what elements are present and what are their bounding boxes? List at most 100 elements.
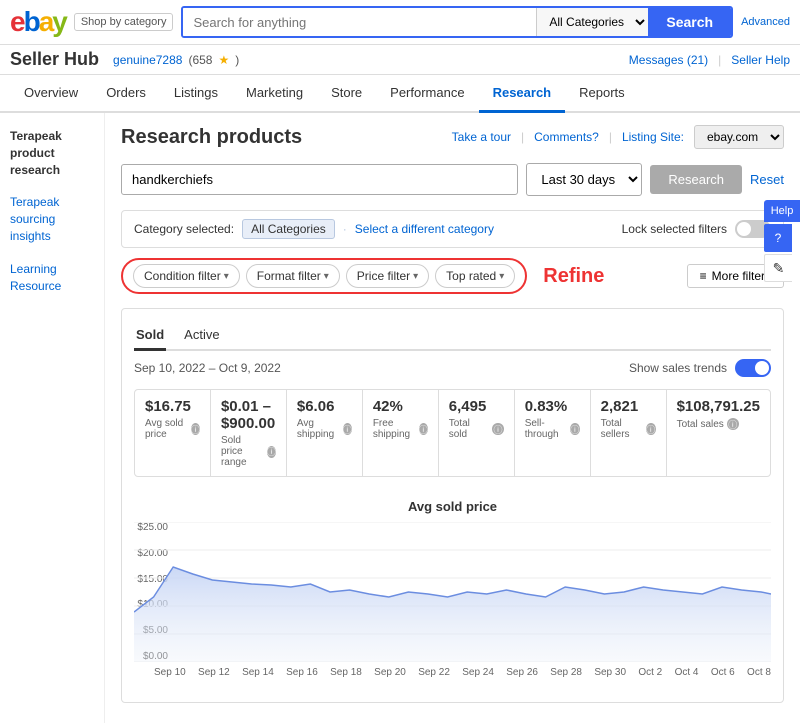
stat-cell: 42% Free shipping ⓘ [363, 390, 439, 476]
listing-site-label: Listing Site: [622, 130, 684, 144]
nav-tab-overview[interactable]: Overview [10, 75, 92, 113]
info-icon[interactable]: ⓘ [343, 423, 352, 435]
stat-value: $6.06 [297, 398, 352, 415]
search-input[interactable] [183, 8, 536, 36]
header: ebay Shop by category All Categories Sea… [0, 0, 800, 45]
ebay-logo: ebay [10, 6, 66, 38]
stat-cell: $6.06 Avg shipping ⓘ [287, 390, 363, 476]
info-icon[interactable]: ⓘ [267, 446, 276, 458]
category-badge[interactable]: All Categories [242, 219, 335, 239]
chart-container: Avg sold price $25.00$20.00$15.00$10.00$… [134, 491, 771, 690]
search-button[interactable]: Search [648, 8, 731, 36]
stat-cell: $16.75 Avg sold price ⓘ [135, 390, 211, 476]
stat-value: 6,495 [449, 398, 504, 415]
info-icon[interactable]: ⓘ [570, 423, 579, 435]
nav-tab-research[interactable]: Research [479, 75, 566, 113]
filter-left: Category selected: All Categories · Sele… [134, 219, 494, 239]
chart-area: $25.00$20.00$15.00$10.00$5.00$0.00 [134, 522, 771, 682]
x-axis-label: Sep 16 [286, 667, 318, 678]
seller-hub-links: Messages (21) | Seller Help [629, 53, 790, 67]
nav-tab-performance[interactable]: Performance [376, 75, 478, 113]
seller-help-link[interactable]: Seller Help [731, 53, 790, 67]
stat-label: Sold price range ⓘ [221, 435, 276, 468]
lock-filters-label: Lock selected filters [622, 222, 727, 236]
filter-right: Lock selected filters [622, 220, 771, 238]
nav-tab-listings[interactable]: Listings [160, 75, 232, 113]
date-range-display: Sep 10, 2022 – Oct 9, 2022 [134, 361, 281, 375]
stats-tab-active[interactable]: Active [182, 321, 221, 351]
sidebar-item-0[interactable]: Terapeak product research [10, 128, 94, 178]
more-filters-label: More filters [712, 269, 771, 283]
title-right: Take a tour | Comments? | Listing Site: … [452, 125, 784, 149]
info-icon[interactable]: ⓘ [492, 423, 503, 435]
refine-filters-wrapper: Condition filter ▾Format filter ▾Price f… [121, 258, 604, 294]
sidebar-item-1[interactable]: Terapeak sourcing insights [10, 194, 94, 244]
messages-link[interactable]: Messages (21) [629, 53, 708, 67]
help-question-button[interactable]: ? [764, 224, 792, 252]
stats-tab-sold[interactable]: Sold [134, 321, 166, 351]
nav-tab-orders[interactable]: Orders [92, 75, 160, 113]
reset-link[interactable]: Reset [750, 172, 784, 187]
filter-chip-top-rated[interactable]: Top rated ▾ [435, 264, 515, 288]
date-range-row: Sep 10, 2022 – Oct 9, 2022 Show sales tr… [134, 359, 771, 377]
research-button[interactable]: Research [650, 165, 742, 194]
shop-by-button[interactable]: Shop by category [74, 13, 174, 31]
x-axis-label: Sep 30 [594, 667, 626, 678]
stat-label: Total sales ⓘ [677, 418, 760, 430]
x-axis-label: Sep 26 [506, 667, 538, 678]
research-input[interactable] [121, 164, 518, 195]
category-select[interactable]: All Categories [536, 8, 648, 36]
x-axis-label: Sep 28 [550, 667, 582, 678]
x-axis-label: Sep 20 [374, 667, 406, 678]
x-axis-label: Sep 22 [418, 667, 450, 678]
info-icon[interactable]: ⓘ [727, 418, 739, 430]
help-button[interactable]: Help [764, 200, 800, 222]
stat-label: Avg shipping ⓘ [297, 418, 352, 440]
info-icon[interactable]: ⓘ [191, 423, 200, 435]
x-axis: Sep 10Sep 12Sep 14Sep 16Sep 18Sep 20Sep … [134, 665, 771, 678]
date-range-select[interactable]: Last 30 days [526, 163, 642, 196]
filter-chip-condition-filter[interactable]: Condition filter ▾ [133, 264, 240, 288]
help-panel: Help ? ✎ [764, 200, 800, 282]
advanced-link[interactable]: Advanced [741, 16, 790, 28]
seller-hub-bar: Seller Hub genuine7288 (658 ★ ) Messages… [0, 45, 800, 75]
nav-tab-reports[interactable]: Reports [565, 75, 639, 113]
stat-label: Free shipping ⓘ [373, 418, 428, 440]
nav-tab-marketing[interactable]: Marketing [232, 75, 317, 113]
stat-value: 42% [373, 398, 428, 415]
show-trends-toggle[interactable] [735, 359, 771, 377]
sidebar-item-2[interactable]: Learning Resource [10, 261, 94, 295]
seller-hub-user[interactable]: genuine7288 [113, 53, 182, 67]
stat-cell: $108,791.25 Total sales ⓘ [667, 390, 770, 476]
info-icon[interactable]: ⓘ [646, 423, 656, 435]
stat-value: $16.75 [145, 398, 200, 415]
main-layout: Terapeak product research Terapeak sourci… [0, 113, 800, 723]
refine-label: Refine [543, 265, 604, 288]
info-icon[interactable]: ⓘ [419, 423, 428, 435]
refine-oval: Condition filter ▾Format filter ▾Price f… [121, 258, 527, 294]
listing-site-select[interactable]: ebay.com [694, 125, 784, 149]
stats-grid: $16.75 Avg sold price ⓘ$0.01 – $900.00 S… [134, 389, 771, 477]
select-category-link[interactable]: Select a different category [355, 222, 494, 236]
stat-value: 0.83% [525, 398, 580, 415]
x-axis-label: Oct 8 [747, 667, 771, 678]
filter-lines-icon: ≡ [700, 269, 707, 283]
x-axis-label: Oct 6 [711, 667, 735, 678]
stats-tabs: Sold Active [134, 321, 771, 351]
filter-row: Category selected: All Categories · Sele… [121, 210, 784, 248]
chart-inner: Sep 10Sep 12Sep 14Sep 16Sep 18Sep 20Sep … [134, 522, 771, 682]
search-row: Last 30 days Research Reset [121, 163, 784, 196]
help-edit-button[interactable]: ✎ [764, 254, 792, 282]
nav-tab-store[interactable]: Store [317, 75, 376, 113]
filter-chip-price-filter[interactable]: Price filter ▾ [346, 264, 429, 288]
x-axis-label: Sep 10 [154, 667, 186, 678]
stat-value: $108,791.25 [677, 398, 760, 415]
take-tour-link[interactable]: Take a tour [452, 130, 511, 144]
filter-chip-format-filter[interactable]: Format filter ▾ [246, 264, 340, 288]
comments-link[interactable]: Comments? [534, 130, 599, 144]
seller-rating: (658 [188, 53, 212, 67]
content: Research products Take a tour | Comments… [105, 113, 800, 723]
seller-star: ★ [218, 53, 229, 67]
stats-section: Sold Active Sep 10, 2022 – Oct 9, 2022 Sh… [121, 308, 784, 703]
page-title-row: Research products Take a tour | Comments… [121, 125, 784, 149]
